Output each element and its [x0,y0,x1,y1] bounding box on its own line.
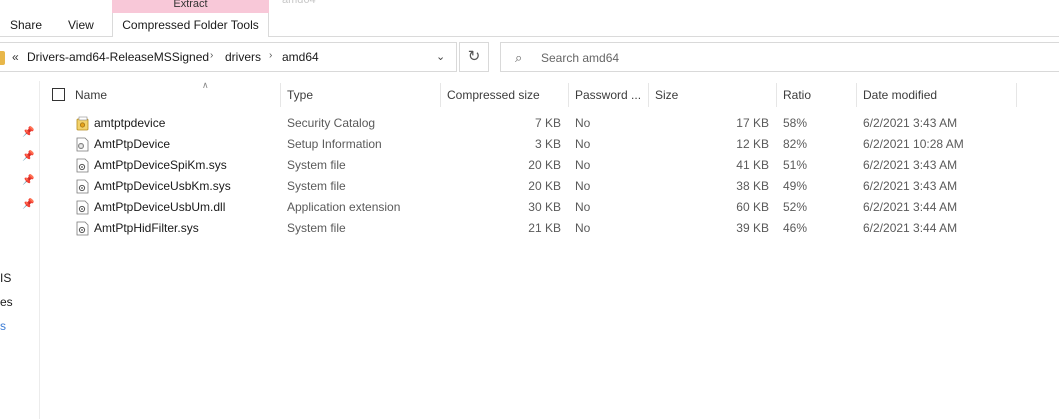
file-compressed-size: 20 KB [528,179,561,193]
system-file-icon [76,179,89,194]
column-ratio[interactable]: Ratio [777,83,857,107]
chevron-right-icon[interactable]: › [210,50,213,61]
file-row[interactable]: AmtPtpDevice Setup Information 3 KB No 1… [41,134,1059,155]
search-box[interactable]: ⌕ [500,42,1059,72]
file-ratio: 58% [783,116,808,130]
search-icon: ⌕ [515,50,523,65]
dll-file-icon [76,200,89,215]
address-bar-row: « Drivers-amd64-ReleaseMSSigned › driver… [0,42,1059,72]
overflow-crumbs-icon[interactable]: « [12,50,19,64]
column-size[interactable]: Size [649,83,777,107]
nav-item[interactable]: s [0,319,6,333]
column-password[interactable]: Password ... [569,83,649,107]
nav-item[interactable]: IS [0,271,11,285]
compressed-folder-tools-group: Extract Compressed Folder Tools [112,0,269,37]
file-row[interactable]: AmtPtpDeviceUsbUm.dll Application extens… [41,197,1059,218]
file-name: AmtPtpHidFilter.sys [94,221,199,235]
folder-icon [0,51,5,65]
ribbon: amd64 Share View Extract Compressed Fold… [0,0,1059,37]
file-compressed-size: 21 KB [528,221,561,235]
file-password: No [575,158,591,172]
file-type: Security Catalog [287,116,376,130]
file-date-modified: 6/2/2021 3:44 AM [863,221,958,235]
select-all-checkbox[interactable] [52,88,65,101]
file-password: No [575,200,591,214]
pin-icon[interactable]: 📌 [22,151,34,163]
pin-icon[interactable]: 📌 [22,199,34,211]
file-type: System file [287,158,346,172]
file-row[interactable]: AmtPtpDeviceUsbKm.sys System file 20 KB … [41,176,1059,197]
file-size: 17 KB [736,116,769,130]
tab-view[interactable]: View [68,17,94,33]
breadcrumb-item[interactable]: amd64 [282,50,319,64]
nav-item[interactable]: es [0,295,13,309]
file-size: 41 KB [736,158,769,172]
breadcrumb-item[interactable]: drivers [225,50,261,64]
file-ratio: 51% [783,158,808,172]
file-name: AmtPtpDevice [94,137,171,151]
tab-compressed-folder-tools[interactable]: Compressed Folder Tools [112,13,269,37]
file-password: No [575,137,591,151]
file-compressed-size: 7 KB [534,116,561,130]
refresh-icon: ↻ [467,48,481,65]
file-row[interactable]: AmtPtpDeviceSpiKm.sys System file 20 KB … [41,155,1059,176]
file-ratio: 46% [783,221,808,235]
file-size: 38 KB [736,179,769,193]
column-date-modified[interactable]: Date modified [857,83,1017,107]
column-name[interactable]: Name [69,83,281,107]
file-date-modified: 6/2/2021 3:43 AM [863,179,958,193]
file-type: System file [287,179,346,193]
column-compressed-size[interactable]: Compressed size [441,83,569,107]
setup-info-icon [76,137,89,152]
file-size: 39 KB [736,221,769,235]
navigation-pane: 📌 📌 📌 📌 IS es s [0,81,40,419]
chevron-right-icon[interactable]: › [269,50,272,61]
tab-share[interactable]: Share [10,17,42,33]
file-date-modified: 6/2/2021 3:44 AM [863,200,958,214]
file-name: amtptpdevice [94,116,166,130]
file-password: No [575,116,591,130]
file-row[interactable]: AmtPtpHidFilter.sys System file 21 KB No… [41,218,1059,239]
catalog-icon [76,116,89,131]
column-type[interactable]: Type [281,83,441,107]
file-type: Setup Information [287,137,382,151]
file-type: Application extension [287,200,401,214]
file-name: AmtPtpDeviceSpiKm.sys [94,158,227,172]
window-title-fragment: amd64 [282,0,316,6]
system-file-icon [76,221,89,236]
file-list: amtptpdevice Security Catalog 7 KB No 17… [41,113,1059,239]
file-name: AmtPtpDeviceUsbUm.dll [94,200,226,214]
file-compressed-size: 20 KB [528,158,561,172]
extract-context-label: Extract [112,0,269,13]
pin-icon[interactable]: 📌 [22,127,34,139]
breadcrumb-item[interactable]: Drivers-amd64-ReleaseMSSigned [27,50,209,64]
address-bar[interactable]: « Drivers-amd64-ReleaseMSSigned › driver… [0,42,457,72]
file-type: System file [287,221,346,235]
column-header: ∧ Name Type Compressed size Password ...… [41,80,1059,107]
file-size: 12 KB [736,137,769,151]
file-size: 60 KB [736,200,769,214]
file-name: AmtPtpDeviceUsbKm.sys [94,179,231,193]
refresh-button[interactable]: ↻ [459,42,489,72]
file-compressed-size: 3 KB [534,137,561,151]
file-password: No [575,221,591,235]
file-ratio: 49% [783,179,808,193]
file-date-modified: 6/2/2021 10:28 AM [863,137,964,151]
file-compressed-size: 30 KB [528,200,561,214]
file-ratio: 52% [783,200,808,214]
file-row[interactable]: amtptpdevice Security Catalog 7 KB No 17… [41,113,1059,134]
search-input[interactable] [541,49,841,67]
file-date-modified: 6/2/2021 3:43 AM [863,116,958,130]
pin-icon[interactable]: 📌 [22,175,34,187]
system-file-icon [76,158,89,173]
file-password: No [575,179,591,193]
file-date-modified: 6/2/2021 3:43 AM [863,158,958,172]
file-ratio: 82% [783,137,808,151]
chevron-down-icon[interactable]: ⌄ [436,50,445,63]
